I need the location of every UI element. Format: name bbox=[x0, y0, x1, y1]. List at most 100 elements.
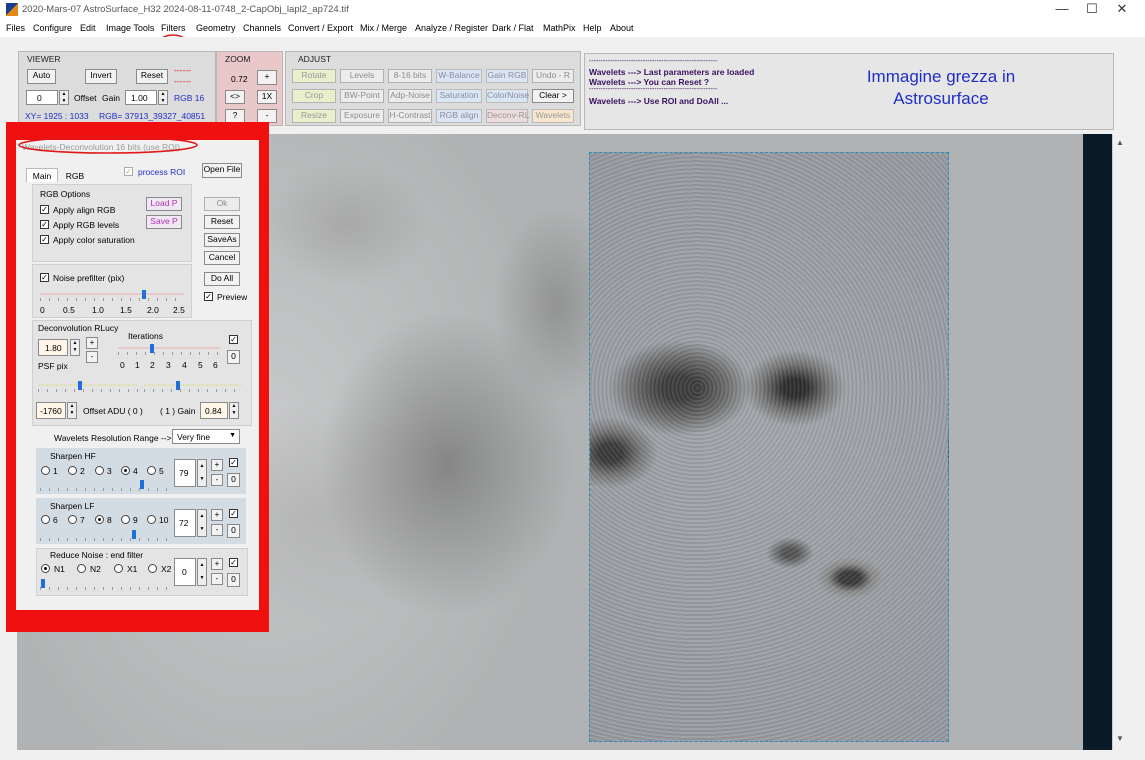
wavelets-button[interactable]: Wavelets bbox=[532, 109, 574, 123]
sharpen-lf-minus-button[interactable]: - bbox=[211, 524, 223, 536]
noise-radio-x1[interactable] bbox=[114, 564, 123, 573]
reduce-noise-input[interactable]: 0 bbox=[174, 558, 196, 586]
auto-button[interactable]: Auto bbox=[27, 69, 56, 84]
menu-analyze-register[interactable]: Analyze / Register bbox=[415, 23, 488, 33]
deconv-gain-thumb[interactable] bbox=[176, 381, 180, 390]
psf-spinner[interactable]: ▲ ▼ bbox=[70, 339, 80, 356]
levels-button[interactable]: Levels bbox=[340, 69, 384, 83]
lf-radio-8[interactable] bbox=[95, 515, 104, 524]
close-button[interactable]: ✕ bbox=[1108, 1, 1136, 18]
lf-radio-9[interactable] bbox=[121, 515, 130, 524]
wavelets-range-select[interactable]: Very fine ▼ bbox=[172, 429, 240, 444]
sharpen-lf-thumb[interactable] bbox=[132, 530, 136, 539]
reduce-noise-checkbox[interactable]: ✓ bbox=[229, 558, 238, 567]
psf-input[interactable]: 1.80 bbox=[38, 339, 68, 356]
offset-adu-slider[interactable] bbox=[38, 381, 138, 393]
white-balance-button[interactable]: W-Balance bbox=[436, 69, 482, 83]
sharpen-hf-input[interactable]: 79 bbox=[174, 459, 196, 487]
sharpen-hf-thumb[interactable] bbox=[140, 480, 144, 489]
iterations-thumb[interactable] bbox=[150, 344, 154, 353]
tab-rgb[interactable]: RGB bbox=[60, 169, 90, 182]
undo-button[interactable]: Undo - R bbox=[532, 69, 574, 83]
zoom-in-button[interactable]: + bbox=[257, 70, 277, 85]
menu-mathpix[interactable]: MathPix bbox=[543, 23, 576, 33]
maximize-button[interactable]: ☐ bbox=[1078, 1, 1106, 18]
noise-prefilter-thumb[interactable] bbox=[142, 290, 146, 299]
noise-radio-x2[interactable] bbox=[148, 564, 157, 573]
save-params-button[interactable]: Save P bbox=[146, 215, 182, 229]
scroll-up-icon[interactable]: ▲ bbox=[1116, 138, 1124, 147]
noise-radio-n1[interactable] bbox=[41, 564, 50, 573]
apply-align-rgb-checkbox[interactable]: ✓ bbox=[40, 205, 49, 214]
minimize-button[interactable]: — bbox=[1048, 1, 1076, 18]
color-noise-button[interactable]: ColorNoise bbox=[486, 89, 529, 103]
deconv-gain-slider[interactable] bbox=[144, 381, 242, 393]
reduce-noise-zero-button[interactable]: 0 bbox=[227, 573, 240, 587]
iterations-slider[interactable] bbox=[118, 344, 220, 356]
resize-button[interactable]: Resize bbox=[292, 109, 336, 123]
noise-radio-n2[interactable] bbox=[77, 564, 86, 573]
gain-rgb-button[interactable]: Gain RGB bbox=[486, 69, 528, 83]
menu-convert-export[interactable]: Convert / Export bbox=[288, 23, 353, 33]
sharpen-hf-checkbox[interactable]: ✓ bbox=[229, 458, 238, 467]
ok-button[interactable]: Ok bbox=[204, 197, 240, 211]
offset-adu-thumb[interactable] bbox=[78, 381, 82, 390]
psf-minus-button[interactable]: - bbox=[86, 351, 98, 363]
tab-main[interactable]: Main bbox=[26, 168, 58, 182]
apply-color-saturation-checkbox[interactable]: ✓ bbox=[40, 235, 49, 244]
save-as-button[interactable]: SaveAs bbox=[204, 233, 240, 247]
reset-button[interactable]: Reset bbox=[204, 215, 240, 229]
deconv-enable-checkbox[interactable]: ✓ bbox=[229, 335, 238, 344]
noise-prefilter-slider[interactable] bbox=[40, 290, 184, 302]
scroll-down-icon[interactable]: ▼ bbox=[1116, 734, 1124, 743]
adaptive-noise-button[interactable]: Adp-Noise bbox=[388, 89, 432, 103]
cancel-button[interactable]: Cancel bbox=[204, 251, 240, 265]
menu-files[interactable]: Files bbox=[6, 23, 25, 33]
bits-8-16-button[interactable]: 8-16 bits bbox=[388, 69, 432, 83]
process-roi-checkbox[interactable]: ✓ bbox=[124, 167, 133, 176]
offset-adu-input[interactable]: -1760 bbox=[36, 402, 66, 419]
viewer-reset-button[interactable]: Reset bbox=[136, 69, 168, 84]
deconv-zero-button[interactable]: 0 bbox=[227, 350, 240, 364]
gain-input[interactable]: 1.00 bbox=[125, 90, 157, 105]
sharpen-lf-spinner[interactable]: ▲ ▼ bbox=[197, 509, 207, 537]
rgb-align-button[interactable]: RGB align bbox=[436, 109, 482, 123]
menu-image-tools[interactable]: Image Tools bbox=[106, 23, 154, 33]
deconv-gain-input[interactable]: 0.84 bbox=[200, 402, 228, 419]
reduce-noise-spinner[interactable]: ▲ ▼ bbox=[197, 558, 207, 586]
sharpen-hf-slider[interactable] bbox=[40, 480, 168, 492]
menu-help[interactable]: Help bbox=[583, 23, 602, 33]
reduce-noise-minus-button[interactable]: - bbox=[211, 573, 223, 585]
apply-rgb-levels-checkbox[interactable]: ✓ bbox=[40, 220, 49, 229]
zoom-help-button[interactable]: ? bbox=[225, 109, 245, 123]
saturation-button[interactable]: Saturation bbox=[436, 89, 482, 103]
do-all-button[interactable]: Do All bbox=[204, 272, 240, 286]
invert-button[interactable]: Invert bbox=[85, 69, 117, 84]
sharpen-lf-slider[interactable] bbox=[40, 530, 168, 542]
menu-channels[interactable]: Channels bbox=[243, 23, 281, 33]
sharpen-lf-plus-button[interactable]: + bbox=[211, 509, 223, 521]
roi-selection[interactable] bbox=[589, 152, 949, 742]
offset-adu-spinner[interactable]: ▲ ▼ bbox=[67, 402, 77, 419]
clear-button[interactable]: Clear > bbox=[532, 89, 574, 103]
rotate-button[interactable]: Rotate bbox=[292, 69, 336, 83]
lf-radio-10[interactable] bbox=[147, 515, 156, 524]
hf-radio-4[interactable] bbox=[121, 466, 130, 475]
menu-dark-flat[interactable]: Dark / Flat bbox=[492, 23, 534, 33]
deconv-gain-spinner[interactable]: ▲ ▼ bbox=[229, 402, 239, 419]
reduce-noise-plus-button[interactable]: + bbox=[211, 558, 223, 570]
sharpen-lf-checkbox[interactable]: ✓ bbox=[229, 509, 238, 518]
hf-radio-3[interactable] bbox=[95, 466, 104, 475]
reduce-noise-slider[interactable] bbox=[40, 579, 168, 591]
sharpen-hf-zero-button[interactable]: 0 bbox=[227, 473, 240, 487]
sharpen-hf-minus-button[interactable]: - bbox=[211, 474, 223, 486]
open-file-button[interactable]: Open File bbox=[202, 163, 242, 178]
crop-button[interactable]: Crop bbox=[292, 89, 336, 103]
preview-checkbox[interactable]: ✓ bbox=[204, 292, 213, 301]
vertical-scrollbar[interactable]: ▲ ▼ bbox=[1112, 134, 1129, 750]
menu-mix-merge[interactable]: Mix / Merge bbox=[360, 23, 407, 33]
menu-configure[interactable]: Configure bbox=[33, 23, 72, 33]
sharpen-lf-input[interactable]: 72 bbox=[174, 509, 196, 537]
exposure-button[interactable]: Exposure bbox=[340, 109, 384, 123]
gain-spinner[interactable]: ▲ ▼ bbox=[158, 90, 168, 105]
